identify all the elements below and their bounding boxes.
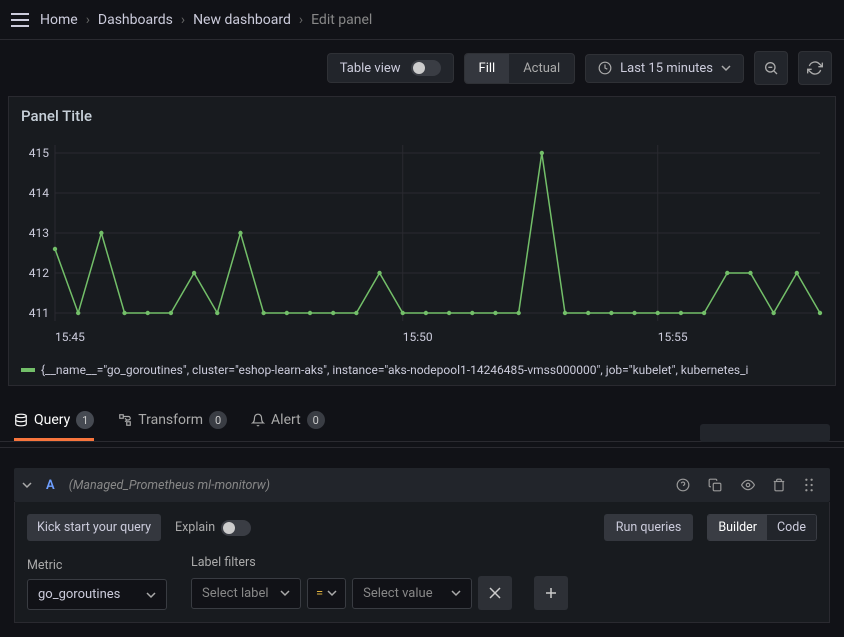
breadcrumb-home[interactable]: Home: [40, 12, 78, 28]
toggle-switch[interactable]: [411, 60, 441, 76]
tab-transform-label: Transform: [138, 412, 203, 428]
chevron-down-icon: [146, 590, 156, 600]
table-view-label: Table view: [340, 61, 401, 76]
metric-value: go_goroutines: [38, 587, 120, 602]
clock-icon: [598, 61, 612, 75]
svg-text:15:45: 15:45: [55, 330, 85, 344]
query-row-header: A (Managed_Prometheus ml-monitorw): [14, 468, 830, 502]
actual-button[interactable]: Actual: [509, 54, 574, 83]
chart-area[interactable]: 411 412 413 414 415 15:45 15:50 15:55: [21, 139, 823, 359]
builder-button[interactable]: Builder: [708, 515, 767, 540]
explain-toggle[interactable]: Explain: [175, 520, 251, 536]
chart-legend[interactable]: {__name__="go_goroutines", cluster="esho…: [21, 359, 823, 381]
grip-icon: [804, 478, 814, 492]
tab-transform[interactable]: Transform 0: [118, 402, 227, 441]
kick-start-button[interactable]: Kick start your query: [27, 514, 161, 541]
fill-button[interactable]: Fill: [465, 54, 510, 83]
metric-select[interactable]: go_goroutines: [27, 579, 167, 610]
drag-handle[interactable]: [804, 478, 822, 492]
add-filter-button[interactable]: [534, 576, 568, 610]
tab-query[interactable]: Query 1: [14, 402, 94, 441]
chevron-down-icon: [280, 588, 290, 598]
breadcrumb-sep: ›: [299, 12, 303, 28]
refresh-icon: [807, 60, 823, 76]
zoom-out-icon: [763, 60, 779, 76]
query-row-body: Kick start your query Explain Run querie…: [14, 502, 830, 623]
help-icon: [676, 478, 690, 492]
line-chart: 411 412 413 414 415 15:45 15:50 15:55: [21, 139, 826, 349]
time-range-picker[interactable]: Last 15 minutes: [585, 54, 744, 83]
query-editor: A (Managed_Prometheus ml-monitorw) Kick …: [0, 454, 844, 637]
svg-text:411: 411: [29, 306, 49, 320]
panel-title: Panel Title: [21, 107, 823, 125]
legend-text: {__name__="go_goroutines", cluster="esho…: [41, 363, 748, 377]
copy-icon: [708, 478, 722, 492]
breadcrumb: Home › Dashboards › New dashboard › Edit…: [40, 12, 372, 28]
breadcrumb-sep: ›: [181, 12, 185, 28]
legend-swatch: [21, 368, 35, 372]
tab-alert-count: 0: [307, 411, 325, 429]
tab-alert[interactable]: Alert 0: [251, 402, 325, 441]
hamburger-icon: [11, 13, 29, 27]
query-datasource[interactable]: (Managed_Prometheus ml-monitorw): [69, 478, 270, 493]
trash-icon: [772, 478, 786, 492]
value-select[interactable]: Select value: [352, 578, 472, 609]
tab-query-count: 1: [76, 411, 94, 429]
svg-text:15:50: 15:50: [403, 330, 433, 344]
help-button[interactable]: [676, 478, 694, 492]
breadcrumb-current: Edit panel: [311, 12, 372, 28]
svg-text:412: 412: [29, 266, 49, 280]
toggle-switch[interactable]: [221, 520, 251, 536]
toggle-visibility-button[interactable]: [740, 478, 758, 492]
svg-text:414: 414: [29, 186, 49, 200]
label-filters-label: Label filters: [191, 555, 568, 570]
remove-filter-button[interactable]: [478, 576, 512, 610]
label-placeholder: Select label: [202, 586, 269, 601]
time-range-label: Last 15 minutes: [620, 61, 713, 76]
table-view-toggle[interactable]: Table view: [327, 53, 454, 83]
bell-icon: [251, 413, 265, 427]
delete-button[interactable]: [772, 478, 790, 492]
close-icon: [489, 587, 501, 599]
duplicate-button[interactable]: [708, 478, 726, 492]
value-placeholder: Select value: [363, 586, 432, 601]
svg-text:15:55: 15:55: [658, 330, 688, 344]
tab-transform-count: 0: [209, 411, 227, 429]
tab-query-label: Query: [34, 412, 70, 428]
svg-text:415: 415: [29, 146, 49, 160]
chevron-down-icon: [451, 588, 461, 598]
plus-icon: [545, 587, 557, 599]
chevron-down-icon: [22, 480, 32, 490]
explain-label: Explain: [175, 520, 215, 535]
tab-alert-label: Alert: [271, 412, 301, 428]
operator-select[interactable]: =: [307, 578, 346, 609]
breadcrumb-sep: ›: [86, 12, 90, 28]
operator-value: =: [316, 586, 323, 601]
code-button[interactable]: Code: [767, 515, 816, 540]
menu-toggle[interactable]: [8, 8, 32, 32]
database-icon: [14, 413, 28, 427]
chart-panel: Panel Title 411 412 413 414 415 15:45 15:50 15:…: [8, 96, 836, 386]
fill-actual-toggle: Fill Actual: [464, 53, 576, 84]
query-ref-id[interactable]: A: [46, 478, 55, 493]
eye-icon: [740, 478, 756, 492]
chevron-down-icon: [721, 63, 731, 73]
zoom-out-button[interactable]: [754, 51, 788, 85]
builder-code-toggle: Builder Code: [707, 514, 817, 541]
refresh-button[interactable]: [798, 51, 832, 85]
svg-text:413: 413: [29, 226, 49, 240]
chevron-down-icon: [327, 588, 337, 598]
collapse-toggle[interactable]: [22, 480, 32, 490]
metric-label: Metric: [27, 558, 167, 573]
breadcrumb-dashboards[interactable]: Dashboards: [98, 12, 173, 28]
run-queries-button[interactable]: Run queries: [604, 514, 694, 541]
transform-icon: [118, 413, 132, 427]
label-select[interactable]: Select label: [191, 578, 301, 609]
breadcrumb-new-dashboard[interactable]: New dashboard: [193, 12, 291, 28]
